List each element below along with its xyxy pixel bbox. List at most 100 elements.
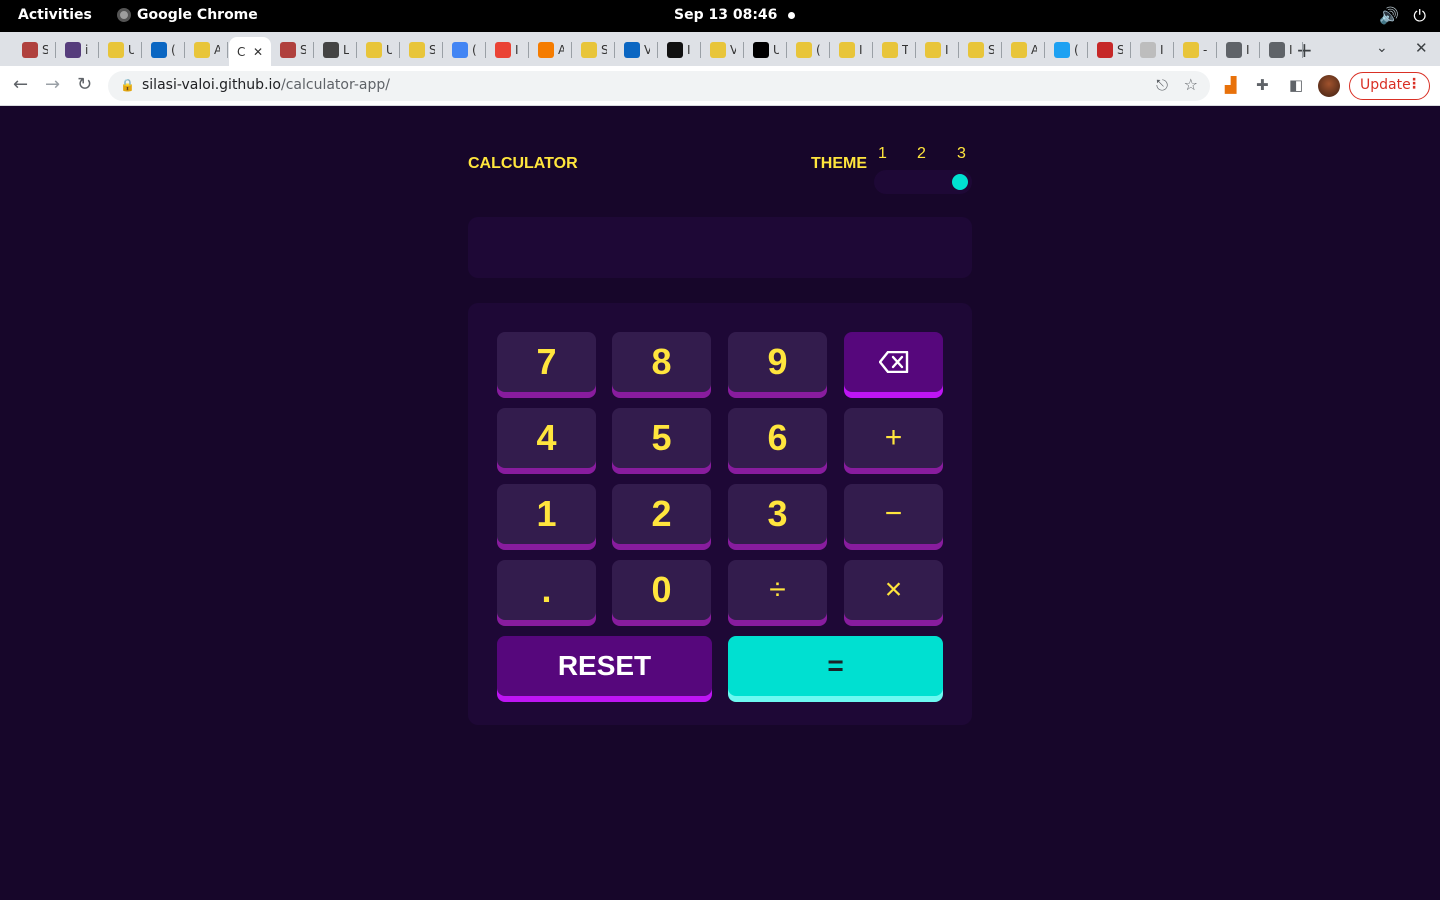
key-decimal[interactable]: . xyxy=(497,560,596,620)
delete-button[interactable] xyxy=(844,332,943,392)
key-0[interactable]: 0 xyxy=(612,560,711,620)
browser-tab[interactable]: V xyxy=(702,37,744,63)
app-name: Google Chrome xyxy=(137,7,258,23)
browser-tab[interactable]: A xyxy=(186,37,228,63)
calculator-display xyxy=(468,217,972,278)
key-5[interactable]: 5 xyxy=(612,408,711,468)
tab-title: I xyxy=(687,43,691,57)
favicon-icon xyxy=(1226,42,1242,58)
browser-tab[interactable]: A xyxy=(530,37,572,63)
browser-tab[interactable]: V xyxy=(616,37,658,63)
backspace-icon xyxy=(878,351,908,373)
address-bar[interactable]: 🔒 silasi-valoi.github.io/calculator-app/… xyxy=(108,71,1210,101)
browser-tab[interactable]: i xyxy=(57,37,99,63)
more-menu-icon: ⋮ xyxy=(1407,76,1421,92)
browser-tab[interactable]: S xyxy=(1089,37,1131,63)
calculator-title: calculator xyxy=(468,155,578,172)
tab-title: - xyxy=(1203,43,1208,57)
key-8[interactable]: 8 xyxy=(612,332,711,392)
browser-tab[interactable]: ( xyxy=(788,37,830,63)
tab-title: U xyxy=(128,43,134,57)
browser-tab[interactable]: T xyxy=(874,37,916,63)
bookmark-star-icon[interactable]: ☆ xyxy=(1184,75,1198,94)
browser-tab[interactable]: S xyxy=(14,37,56,63)
browser-tab[interactable]: I xyxy=(831,37,873,63)
reset-button[interactable]: RESET xyxy=(497,636,712,696)
power-icon: ⏻ xyxy=(1413,6,1426,25)
profile-avatar[interactable] xyxy=(1318,75,1340,97)
tab-title: S xyxy=(1117,43,1123,57)
browser-tab[interactable]: L xyxy=(315,37,357,63)
browser-tab[interactable]: I xyxy=(917,37,959,63)
tab-title: ( xyxy=(1074,43,1079,57)
activities-button[interactable]: Activities xyxy=(18,7,92,23)
tab-title: U xyxy=(773,43,779,57)
browser-tab[interactable]: A xyxy=(1003,37,1045,63)
reload-icon[interactable]: ↻ xyxy=(77,74,92,95)
tab-title: A xyxy=(1031,43,1037,57)
browser-tab[interactable]: U xyxy=(745,37,787,63)
browser-tab[interactable]: S xyxy=(960,37,1002,63)
favicon-icon xyxy=(1097,42,1113,58)
key-divide[interactable]: ÷ xyxy=(728,560,827,620)
key-2[interactable]: 2 xyxy=(612,484,711,544)
browser-tab[interactable]: C ✕ xyxy=(229,37,271,66)
key-4[interactable]: 4 xyxy=(497,408,596,468)
url-text[interactable]: silasi-valoi.github.io/calculator-app/ xyxy=(142,77,390,93)
tab-search-icon[interactable]: ⌄ xyxy=(1376,40,1388,56)
browser-tab[interactable]: I xyxy=(1261,37,1303,63)
browser-tab[interactable]: I xyxy=(487,37,529,63)
key-minus[interactable]: − xyxy=(844,484,943,544)
clock[interactable]: Sep 13 08:46 xyxy=(674,7,777,23)
favicon-icon xyxy=(194,42,210,58)
theme-option-2[interactable]: 2 xyxy=(917,145,926,163)
close-tab-icon[interactable]: ✕ xyxy=(253,45,263,59)
theme-toggle-knob[interactable] xyxy=(952,174,968,190)
browser-tab[interactable]: U xyxy=(100,37,142,63)
browser-tab[interactable]: - xyxy=(1175,37,1217,63)
favicon-icon xyxy=(581,42,597,58)
browser-tab[interactable]: ( xyxy=(1046,37,1088,63)
favicon-icon xyxy=(753,42,769,58)
tab-title: I xyxy=(515,43,519,57)
favicon-icon xyxy=(366,42,382,58)
close-window-icon[interactable]: ✕ xyxy=(1415,39,1428,57)
browser-tab[interactable]: ( xyxy=(143,37,185,63)
browser-tab[interactable]: I xyxy=(1132,37,1174,63)
key-6[interactable]: 6 xyxy=(728,408,827,468)
key-1[interactable]: 1 xyxy=(497,484,596,544)
key-7[interactable]: 7 xyxy=(497,332,596,392)
equals-button[interactable]: = xyxy=(728,636,943,696)
update-button[interactable]: Update ⋮ xyxy=(1349,72,1430,100)
extension-chart-icon[interactable]: ▟ xyxy=(1225,76,1237,94)
browser-tab[interactable]: I xyxy=(1218,37,1260,63)
favicon-icon xyxy=(1269,42,1285,58)
tab-title: C xyxy=(237,44,246,59)
favicon-icon xyxy=(1183,42,1199,58)
tab-title: S xyxy=(601,43,607,57)
theme-option-3[interactable]: 3 xyxy=(957,145,966,163)
key-3[interactable]: 3 xyxy=(728,484,827,544)
theme-option-1[interactable]: 1 xyxy=(878,145,887,163)
browser-tab[interactable]: ( xyxy=(444,37,486,63)
key-plus[interactable]: + xyxy=(844,408,943,468)
tab-title: L xyxy=(343,43,349,57)
lock-icon[interactable]: 🔒 xyxy=(120,78,135,92)
tab-strip: + ⌄ ✕ Si U(A C ✕ S L U S(I A S V I V U(I T I S A(S I - I I xyxy=(0,32,1440,66)
browser-tab[interactable]: I xyxy=(659,37,701,63)
favicon-icon xyxy=(409,42,425,58)
browser-tab[interactable]: S xyxy=(573,37,615,63)
side-panel-icon[interactable]: ◧ xyxy=(1289,76,1303,94)
app-menu[interactable]: Google Chrome xyxy=(117,7,258,23)
browser-tab[interactable]: S xyxy=(272,37,314,63)
extensions-puzzle-icon[interactable]: ✚ xyxy=(1256,76,1269,94)
key-multiply[interactable]: × xyxy=(844,560,943,620)
back-icon[interactable]: ← xyxy=(13,74,28,95)
browser-tab[interactable]: S xyxy=(401,37,443,63)
browser-tab[interactable]: U xyxy=(358,37,400,63)
share-icon[interactable]: ⎋ xyxy=(1156,76,1168,94)
system-menu[interactable]: 🔊 ⏻ xyxy=(1379,6,1426,26)
tab-title: A xyxy=(214,43,220,57)
forward-icon[interactable]: → xyxy=(45,74,60,95)
key-9[interactable]: 9 xyxy=(728,332,827,392)
